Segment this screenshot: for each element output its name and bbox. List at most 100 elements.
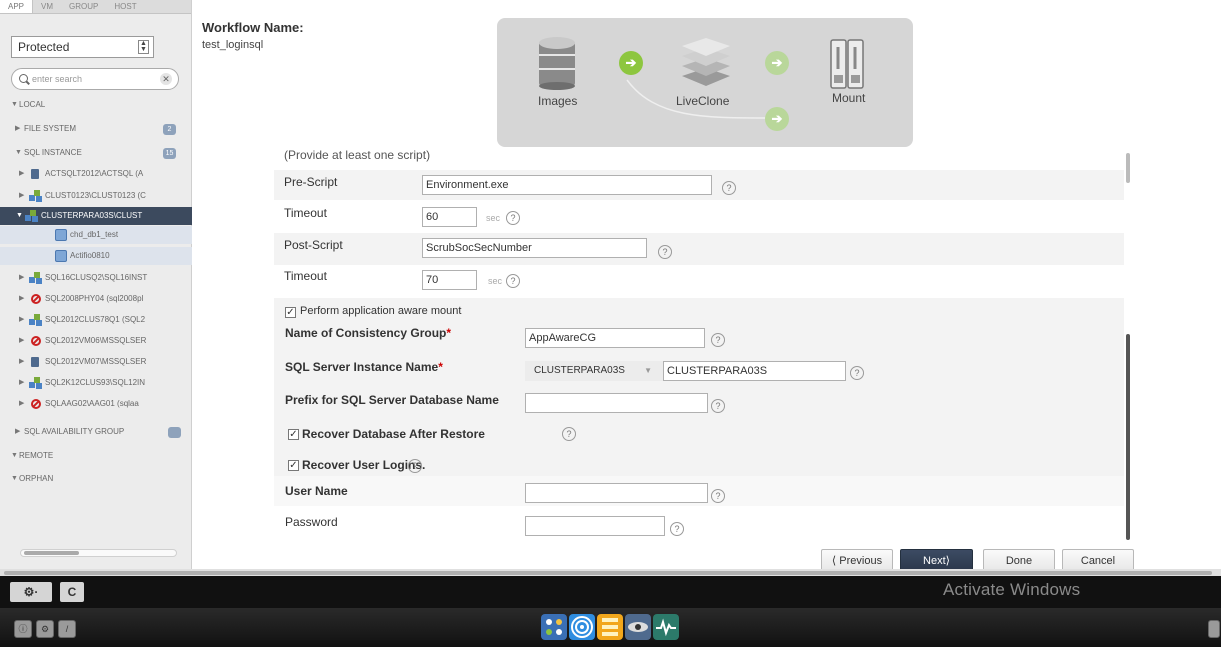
sidebar-horizontal-scrollbar[interactable] xyxy=(20,549,177,557)
tree-node-database[interactable]: Actifio0810 xyxy=(0,247,192,265)
help-icon[interactable]: ? xyxy=(506,274,520,288)
help-icon[interactable]: ? xyxy=(711,489,725,503)
help-icon[interactable]: ? xyxy=(850,366,864,380)
sql-instance-input[interactable]: CLUSTERPARA03S xyxy=(663,361,846,381)
database-icon xyxy=(31,357,39,367)
collapse-icon[interactable]: ▶ xyxy=(15,423,20,441)
username-input[interactable] xyxy=(525,483,708,503)
tree-node-orphan[interactable]: ▼ ORPHAN xyxy=(0,470,192,488)
tab-app[interactable]: APP xyxy=(0,0,34,13)
recover-db-checkbox[interactable]: ✓ xyxy=(288,429,299,440)
collapse-icon[interactable]: ▶ xyxy=(19,187,24,205)
timeout2-input[interactable]: 70 xyxy=(422,270,477,290)
app-aware-section xyxy=(274,298,1124,476)
help-icon[interactable]: ? xyxy=(722,181,736,195)
cluster-icon xyxy=(29,190,42,202)
protection-filter-select[interactable]: Protected ▲ ▼ xyxy=(11,36,154,58)
db-prefix-input[interactable] xyxy=(525,393,708,413)
expand-icon[interactable]: ▼ xyxy=(11,96,18,114)
domain-manager-icon[interactable] xyxy=(541,614,567,640)
tree-node-local[interactable]: ▼ LOCAL xyxy=(0,96,192,114)
tree-node-sql-app[interactable]: ▶ SQL2012VM07\MSSQLSER xyxy=(0,353,192,371)
sql-instance-label: SQL Server Instance Name* xyxy=(285,360,443,374)
consistency-group-input[interactable]: AppAwareCG xyxy=(525,328,705,348)
refresh-button[interactable]: C xyxy=(60,582,84,602)
collapse-icon[interactable]: ▶ xyxy=(15,120,20,138)
recover-logins-checkbox[interactable]: ✓ xyxy=(288,460,299,471)
post-script-input[interactable]: ScrubSocSecNumber xyxy=(422,238,647,258)
keyboard-icon[interactable] xyxy=(1208,620,1220,638)
tree-node-sql-app[interactable]: ▶ CLUST0123\CLUST0123 (C xyxy=(0,187,192,205)
tree-node-sql-app[interactable]: ▶ SQL2012VM06\MSSQLSER xyxy=(0,332,192,350)
help-icon[interactable]: ? xyxy=(658,245,672,259)
app-aware-label: Perform application aware mount xyxy=(300,305,462,317)
expand-icon[interactable]: ▼ xyxy=(11,470,18,488)
activate-windows-watermark: Activate Windows xyxy=(943,580,1081,599)
settings-button[interactable]: ⚙· xyxy=(10,582,52,602)
collapse-icon[interactable]: ▶ xyxy=(19,269,24,287)
tree-label: chd_db1_test xyxy=(70,230,119,239)
database-script-icon xyxy=(55,229,67,241)
help-icon[interactable]: ? xyxy=(408,459,422,473)
tree-label: SQL2008PHY04 (sql2008pl xyxy=(45,294,144,303)
help-icon[interactable]: ? xyxy=(711,399,725,413)
clear-search-icon[interactable]: ✕ xyxy=(160,73,172,85)
tree-node-database[interactable]: chd_db1_test xyxy=(0,226,192,244)
collapse-icon[interactable]: ▶ xyxy=(19,165,24,183)
app-manager-icon[interactable] xyxy=(597,614,623,640)
script-options-form: (Provide at least one script) Pre-Script… xyxy=(274,148,1124,544)
sidebar: APP VM GROUP HOST Protected ▲ ▼ enter sea… xyxy=(0,0,192,573)
scrollbar-thumb[interactable] xyxy=(4,571,1212,575)
gear-icon[interactable]: ⚙ xyxy=(36,620,54,638)
app-aware-checkbox[interactable]: ✓ xyxy=(285,307,296,318)
recover-logins-label: Recover User Logins. xyxy=(302,458,426,472)
expand-icon[interactable]: ▼ xyxy=(16,207,23,225)
help-icon[interactable]: ? xyxy=(670,522,684,536)
spinner-arrows-icon[interactable]: ▲ ▼ xyxy=(138,40,149,54)
unprotected-icon xyxy=(31,294,41,304)
tree-label: FILE SYSTEM xyxy=(24,124,77,133)
sla-architect-icon[interactable] xyxy=(569,614,595,640)
tree-node-sql-app[interactable]: ▶ SQL2012CLUS78Q1 (SQL2 xyxy=(0,311,192,329)
timeout1-input[interactable]: 60 xyxy=(422,207,477,227)
expand-icon[interactable]: ▼ xyxy=(15,144,22,162)
tab-vm[interactable]: VM xyxy=(33,0,61,13)
form-vertical-scrollbar[interactable] xyxy=(1126,153,1133,540)
pin-icon[interactable]: / xyxy=(58,620,76,638)
collapse-icon[interactable]: ▶ xyxy=(19,374,24,392)
help-icon[interactable]: ? xyxy=(711,333,725,347)
help-icon[interactable]: ? xyxy=(506,211,520,225)
report-manager-icon[interactable] xyxy=(653,614,679,640)
tree-node-sql-app[interactable]: ▶ SQL2008PHY04 (sql2008pl xyxy=(0,290,192,308)
tree-node-sql-instance[interactable]: ▼ SQL INSTANCE 15 xyxy=(0,144,192,162)
tab-group[interactable]: GROUP xyxy=(61,0,106,13)
tree-node-sql-app[interactable]: ▶ ACTSQLT2012\ACTSQL (A xyxy=(0,165,192,183)
tree-node-file-system[interactable]: ▶ FILE SYSTEM 2 xyxy=(0,120,192,138)
sql-instance-select[interactable]: CLUSTERPARA03S ▼ xyxy=(525,361,663,381)
timeout2-unit: sec xyxy=(488,276,503,286)
scrollbar-thumb[interactable] xyxy=(1126,334,1130,540)
collapse-icon[interactable]: ▶ xyxy=(19,290,24,308)
expand-icon[interactable]: ▼ xyxy=(11,447,18,465)
info-icon[interactable]: ⓘ xyxy=(14,620,32,638)
search-input[interactable]: enter search ✕ xyxy=(11,68,179,90)
password-input[interactable] xyxy=(525,516,665,536)
collapse-icon[interactable]: ▶ xyxy=(19,332,24,350)
timeout2-row: Timeout 70 sec ? xyxy=(274,267,1124,297)
collapse-icon[interactable]: ▶ xyxy=(19,311,24,329)
tree-node-remote[interactable]: ▼ REMOTE xyxy=(0,447,192,465)
tree-node-sql-app[interactable]: ▶ SQL2K12CLUS93\SQL12IN xyxy=(0,374,192,392)
username-row: User Name ? xyxy=(274,476,1124,506)
collapse-icon[interactable]: ▶ xyxy=(19,395,24,413)
form-hint: (Provide at least one script) xyxy=(284,148,431,162)
help-icon[interactable]: ? xyxy=(562,427,576,441)
tree-node-sql-availability-group[interactable]: ▶ SQL AVAILABILITY GROUP xyxy=(0,423,192,441)
tree-node-sql-app-selected[interactable]: ▼ CLUSTERPARA03S\CLUST xyxy=(0,207,192,225)
tree-node-sql-app[interactable]: ▶ SQL16CLUSQ2\SQL16INST xyxy=(0,269,192,287)
pre-script-input[interactable]: Environment.exe xyxy=(422,175,712,195)
collapse-icon[interactable]: ▶ xyxy=(19,353,24,371)
tab-host[interactable]: HOST xyxy=(106,0,144,13)
system-monitor-icon[interactable] xyxy=(625,614,651,640)
tree-node-sql-app[interactable]: ▶ SQLAAG02\AAG01 (sqlaa xyxy=(0,395,192,413)
password-row: Password ? xyxy=(274,507,1124,539)
